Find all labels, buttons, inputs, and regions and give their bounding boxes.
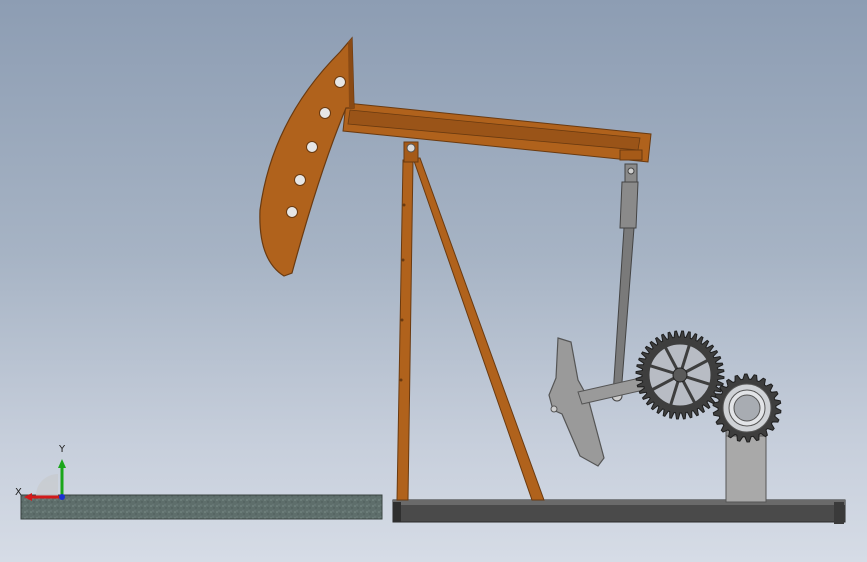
samson-post[interactable] bbox=[396, 141, 545, 501]
y-axis-label: Y bbox=[59, 444, 66, 455]
base-skid[interactable] bbox=[392, 499, 846, 524]
drive-gear[interactable] bbox=[635, 330, 725, 420]
cad-model-scene[interactable] bbox=[0, 0, 867, 562]
pitman-arm[interactable] bbox=[611, 163, 639, 402]
graphics-viewport[interactable]: Y X bbox=[0, 0, 867, 562]
y-axis-arrowhead bbox=[58, 459, 66, 468]
horse-head[interactable] bbox=[259, 36, 355, 277]
walking-beam[interactable] bbox=[342, 102, 652, 163]
x-axis-label: X bbox=[15, 487, 22, 498]
ground-slab[interactable] bbox=[20, 494, 383, 520]
counterweight[interactable] bbox=[548, 337, 605, 467]
z-axis-dot bbox=[59, 494, 65, 500]
